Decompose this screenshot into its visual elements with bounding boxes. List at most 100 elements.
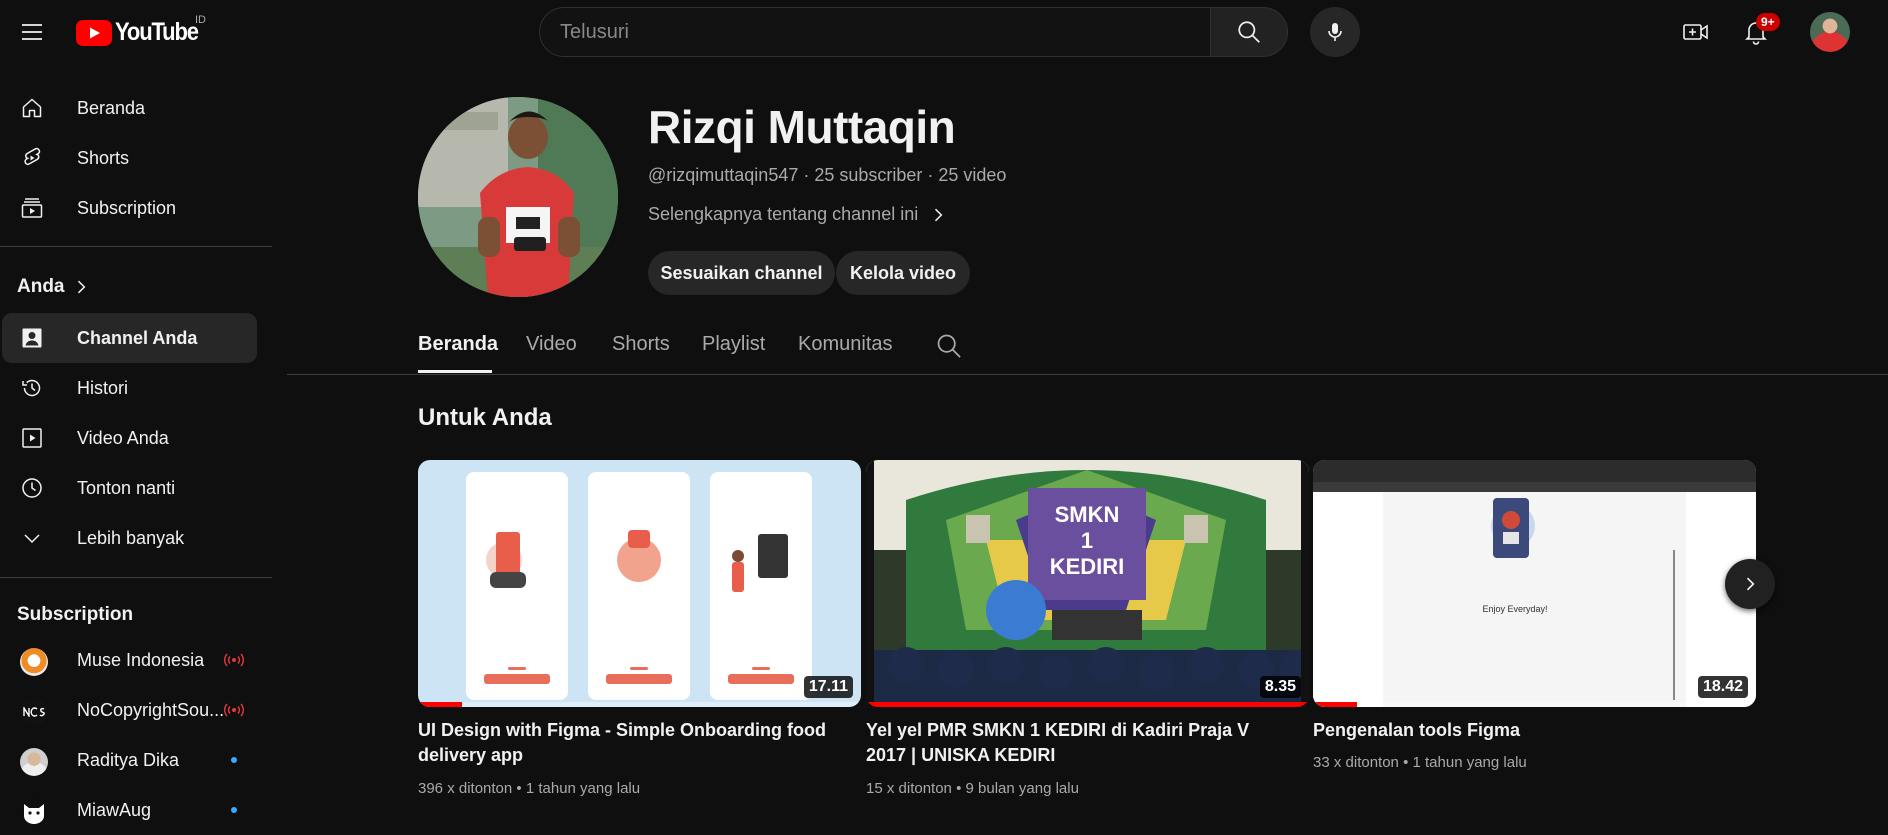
shelf-title: Untuk Anda	[418, 404, 552, 431]
video-thumbnail[interactable]: Enjoy Everyday! 18.42	[1313, 460, 1756, 707]
search-box	[539, 7, 1211, 57]
youtube-logo[interactable]: YouTube	[76, 18, 209, 47]
sidebar-item-label: Shorts	[77, 147, 130, 168]
channel-avatar	[20, 748, 48, 776]
sidebar-subscription-muse-indonesia[interactable]: Muse Indonesia	[2, 635, 257, 685]
video-meta: 15 x ditonton • 9 bulan yang lalu	[866, 780, 1079, 797]
search-input[interactable]	[540, 8, 1210, 56]
sidebar-item-label: Beranda	[77, 97, 146, 118]
chevron-right-icon	[77, 280, 85, 294]
channel-avatar	[20, 698, 48, 726]
sidebar-divider	[0, 577, 272, 578]
youtube-play-icon	[76, 19, 112, 46]
channel-about-link[interactable]: Selengkapnya tentang channel ini	[648, 204, 948, 225]
video-age: 9 bulan yang lalu	[965, 780, 1079, 797]
active-tab-indicator	[418, 370, 492, 373]
banner-line-3: KEDIRI	[1050, 554, 1125, 579]
sidebar-item-watch-later[interactable]: Tonton nanti	[2, 463, 257, 513]
create-button[interactable]	[1672, 12, 1720, 52]
country-code: ID	[195, 14, 206, 26]
new-content-dot	[231, 807, 237, 813]
channel-avatar-large[interactable]	[418, 97, 618, 297]
live-icon	[224, 653, 244, 667]
chevron-down-icon	[24, 534, 40, 544]
shorts-icon	[24, 147, 41, 166]
customize-channel-button[interactable]: Sesuaikan channel	[648, 251, 835, 295]
sidebar-subscriptions-heading: Subscription	[17, 604, 133, 626]
chevron-right-icon	[935, 208, 943, 221]
tab-home[interactable]: Beranda	[418, 333, 498, 356]
watch-progress	[1313, 702, 1358, 707]
channel-meta: @rizqimuttaqin547 · 25 subscriber · 25 v…	[648, 165, 1007, 185]
sidebar-item-label: Tonton nanti	[77, 477, 176, 498]
sidebar-item-your-videos[interactable]: Video Anda	[2, 413, 257, 463]
video-title[interactable]: Yel yel PMR SMKN 1 KEDIRI di Kadiri Praj…	[866, 718, 1286, 768]
video-thumbnail[interactable]: SMKN 1 KEDIRI 8.35	[866, 460, 1309, 707]
sidebar-item-label: Histori	[77, 377, 129, 398]
channel-name: Rizqi Muttaqin	[648, 101, 956, 153]
sidebar-subscription-nocopyrightsounds[interactable]: NoCopyrightSou...	[2, 685, 257, 735]
chevron-right-icon	[1746, 577, 1755, 591]
sidebar-subscription-miawaug[interactable]: MiawAug	[2, 785, 257, 835]
tab-shorts[interactable]: Shorts	[612, 333, 670, 356]
tab-videos[interactable]: Video	[526, 333, 577, 356]
subscription-name: NoCopyrightSou...	[77, 699, 225, 720]
account-avatar[interactable]	[1810, 12, 1850, 52]
subscription-name: MiawAug	[77, 799, 152, 820]
video-thumbnail[interactable]: 17.11	[418, 460, 861, 707]
home-icon	[22, 98, 42, 118]
tab-community[interactable]: Komunitas	[798, 333, 893, 356]
tab-playlists[interactable]: Playlist	[702, 333, 765, 356]
thumbnail-image: Enjoy Everyday!	[1313, 460, 1756, 707]
watch-later-icon	[22, 478, 42, 498]
video-meta: 396 x ditonton • 1 tahun yang lalu	[418, 780, 641, 797]
sidebar-subscription-raditya-dika[interactable]: Raditya Dika	[2, 735, 257, 785]
channel-about-label: Selengkapnya tentang channel ini	[648, 204, 919, 224]
tabs-divider	[287, 374, 1888, 375]
watch-progress	[418, 702, 463, 707]
shelf-next-button[interactable]	[1725, 559, 1775, 609]
live-icon	[224, 703, 244, 717]
video-title[interactable]: UI Design with Figma - Simple Onboarding…	[418, 718, 838, 768]
video-duration: 18.42	[1697, 676, 1748, 698]
sidebar-item-label: Subscription	[77, 197, 177, 218]
video-duration: 17.11	[803, 676, 853, 698]
new-content-dot	[231, 757, 237, 763]
history-icon	[22, 379, 41, 397]
search-button[interactable]	[1210, 7, 1288, 57]
sidebar-item-home[interactable]: Beranda	[2, 83, 257, 133]
channel-icon	[22, 328, 42, 348]
section-title-label: Anda	[17, 276, 65, 297]
microphone-icon	[1328, 23, 1342, 41]
video-title[interactable]: Pengenalan tools Figma	[1313, 718, 1733, 743]
sidebar-item-label: Channel Anda	[77, 327, 198, 348]
video-views: 15 x ditonton	[866, 780, 952, 797]
sidebar-item-show-more[interactable]: Lebih banyak	[2, 513, 257, 563]
sidebar-item-subscriptions[interactable]: Subscription	[2, 183, 257, 233]
sidebar: Beranda Shorts Subscription Anda Channel…	[0, 64, 272, 826]
banner-line-1: SMKN	[1055, 502, 1120, 527]
sidebar-item-history[interactable]: Histori	[2, 363, 257, 413]
voice-search-button[interactable]	[1310, 7, 1360, 57]
video-age: 1 tahun yang lalu	[1412, 754, 1527, 771]
search-icon	[1238, 21, 1260, 43]
sidebar-item-shorts[interactable]: Shorts	[2, 133, 257, 183]
watch-progress	[866, 702, 1309, 707]
banner-line-2: 1	[1081, 528, 1093, 553]
video-duration: 8.35	[1259, 676, 1301, 698]
your-videos-icon	[22, 428, 42, 448]
logo-wordmark: YouTube	[115, 18, 199, 46]
sidebar-you-heading[interactable]: Anda	[17, 276, 91, 298]
video-views: 396 x ditonton	[418, 780, 513, 797]
video-views: 33 x ditonton	[1313, 754, 1399, 771]
channel-search-icon[interactable]	[935, 332, 963, 360]
manage-videos-button[interactable]: Kelola video	[836, 251, 970, 295]
sidebar-item-label: Video Anda	[77, 427, 169, 448]
sidebar-item-your-channel[interactable]: Channel Anda	[2, 313, 257, 363]
subscription-name: Raditya Dika	[77, 749, 180, 770]
video-age: 1 tahun yang lalu	[525, 780, 641, 797]
menu-button[interactable]	[12, 12, 52, 52]
notification-count-badge: 9+	[1756, 13, 1780, 31]
ncs-logo-icon	[23, 707, 45, 717]
channel-avatar	[20, 648, 48, 676]
